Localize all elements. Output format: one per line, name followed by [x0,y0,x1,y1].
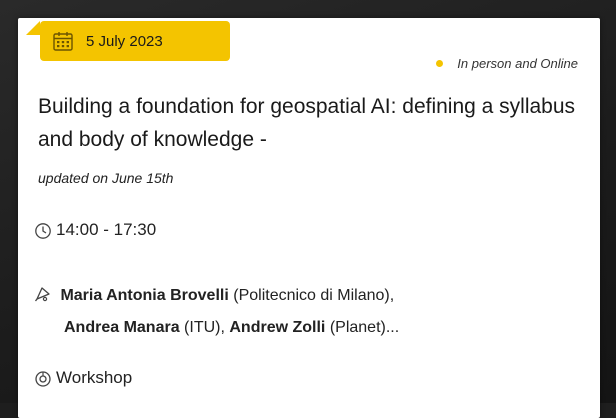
speaker-name[interactable]: Maria Antonia Brovelli [60,287,228,304]
speaker-icon [34,287,50,302]
event-time: 14:00 - 17:30 [34,220,156,240]
event-title[interactable]: Building a foundation for geospatial AI:… [38,90,578,156]
event-format-label: In person and Online [457,56,578,71]
status-dot [436,60,444,67]
event-format: In person and Online [436,56,578,71]
date-tab: 5 July 2023 [26,21,230,61]
event-time-label: 14:00 - 17:30 [56,220,157,239]
event-type-label: Workshop [56,368,133,387]
speaker-affiliation: (Politecnico di Milano), [233,287,395,304]
event-card[interactable]: 5 July 2023 In person and Online Buildin… [18,18,600,418]
event-speakers: Maria Antonia Brovelli (Politecnico di M… [34,280,594,344]
speaker-name[interactable]: Andrea Manara [64,319,180,336]
calendar-icon [53,32,73,51]
event-updated-note: updated on June 15th [38,170,174,186]
speakers-line-2: Andrea Manara (ITU), Andrew Zolli (Plane… [34,312,594,344]
clock-icon [35,223,51,239]
event-date: 5 July 2023 [86,32,163,50]
event-type: Workshop [34,368,132,388]
speaker-affiliation: (ITU), [184,319,225,336]
speaker-name[interactable]: Andrew Zolli [229,319,325,336]
speaker-affiliation: (Planet)... [329,319,400,336]
session-type-icon [35,371,51,387]
